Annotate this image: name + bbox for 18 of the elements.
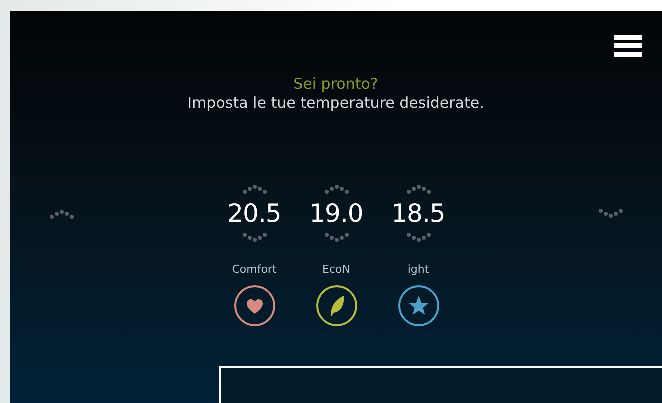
chevron-up-icon[interactable]: [50, 209, 74, 219]
chevron-down-icon[interactable]: [599, 209, 623, 219]
chevron-up-icon[interactable]: [324, 184, 348, 194]
mode-label: EcoN: [322, 263, 350, 277]
instruction-text: Imposta le tue temperature desiderate.: [188, 94, 484, 113]
temperature-value: 19.0: [310, 199, 364, 229]
chevron-up-icon[interactable]: [406, 184, 430, 194]
greeting-text: Sei pronto?: [294, 75, 378, 94]
leaf-icon[interactable]: [316, 285, 358, 327]
menu-icon[interactable]: [614, 35, 642, 57]
chevron-down-icon[interactable]: [242, 233, 266, 243]
chevron-up-icon[interactable]: [242, 184, 266, 194]
chevron-down-icon[interactable]: [324, 233, 348, 243]
mode-label: Comfort: [232, 263, 277, 277]
chevron-down-icon[interactable]: [406, 233, 430, 243]
temperature-value: 20.5: [228, 199, 282, 229]
temperature-value: 18.5: [392, 199, 446, 229]
mode-label: ight: [408, 263, 430, 277]
